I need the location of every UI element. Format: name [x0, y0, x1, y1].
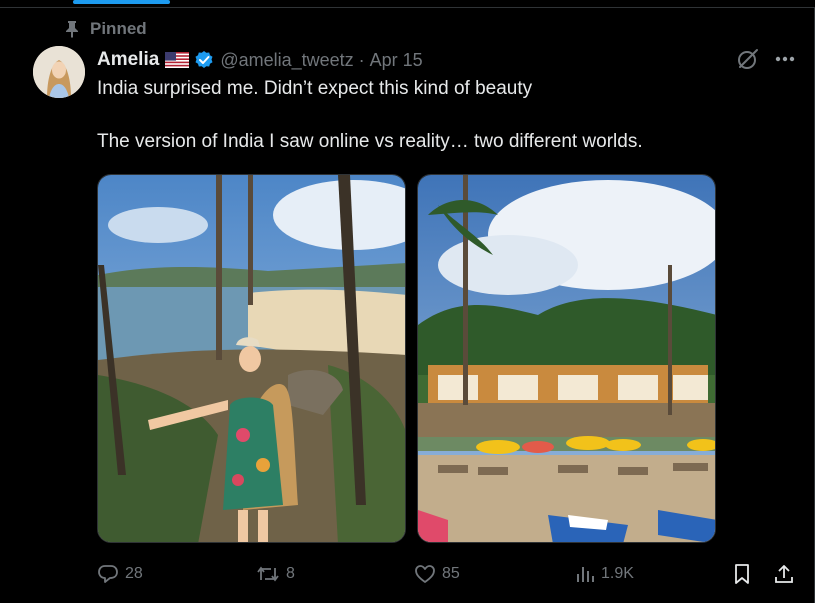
repost-icon: [256, 564, 280, 584]
bookmark-button[interactable]: [733, 561, 751, 587]
grok-icon[interactable]: [737, 48, 759, 70]
display-name[interactable]: Amelia: [97, 49, 159, 71]
bookmark-icon: [733, 563, 751, 585]
active-tab-indicator: [73, 0, 170, 4]
views-button[interactable]: 1.9K: [575, 561, 634, 587]
more-icon[interactable]: [775, 56, 795, 62]
reply-icon: [97, 564, 119, 584]
reply-count: 28: [125, 565, 143, 582]
verified-badge-icon[interactable]: [194, 50, 214, 70]
heart-icon: [414, 564, 436, 584]
analytics-icon: [575, 564, 595, 584]
tweet-header: Amelia @amelia_tweetz · Apr 15: [97, 47, 423, 73]
author-handle[interactable]: @amelia_tweetz: [220, 50, 353, 71]
avatar[interactable]: [33, 46, 85, 98]
like-count: 85: [442, 565, 460, 582]
reply-button[interactable]: 28: [97, 561, 143, 587]
repost-count: 8: [286, 565, 295, 582]
view-count: 1.9K: [601, 565, 634, 582]
pin-icon: [64, 20, 80, 38]
share-icon: [773, 563, 795, 585]
header-actions: [737, 48, 795, 70]
us-flag-icon: [165, 52, 190, 68]
tweet-photo-2[interactable]: [417, 174, 716, 543]
tweet-text-line-1: India surprised me. Didn’t expect this k…: [97, 78, 533, 99]
share-button[interactable]: [773, 561, 795, 587]
tweet-photo-1[interactable]: [97, 174, 406, 543]
pinned-label-row: Pinned: [64, 19, 147, 39]
tweet-date[interactable]: Apr 15: [370, 50, 423, 71]
pinned-label: Pinned: [90, 19, 147, 38]
repost-button[interactable]: 8: [256, 561, 295, 587]
like-button[interactable]: 85: [414, 561, 460, 587]
tweet-text-line-2: The version of India I saw online vs rea…: [97, 131, 643, 152]
header-separator: ·: [358, 49, 365, 70]
